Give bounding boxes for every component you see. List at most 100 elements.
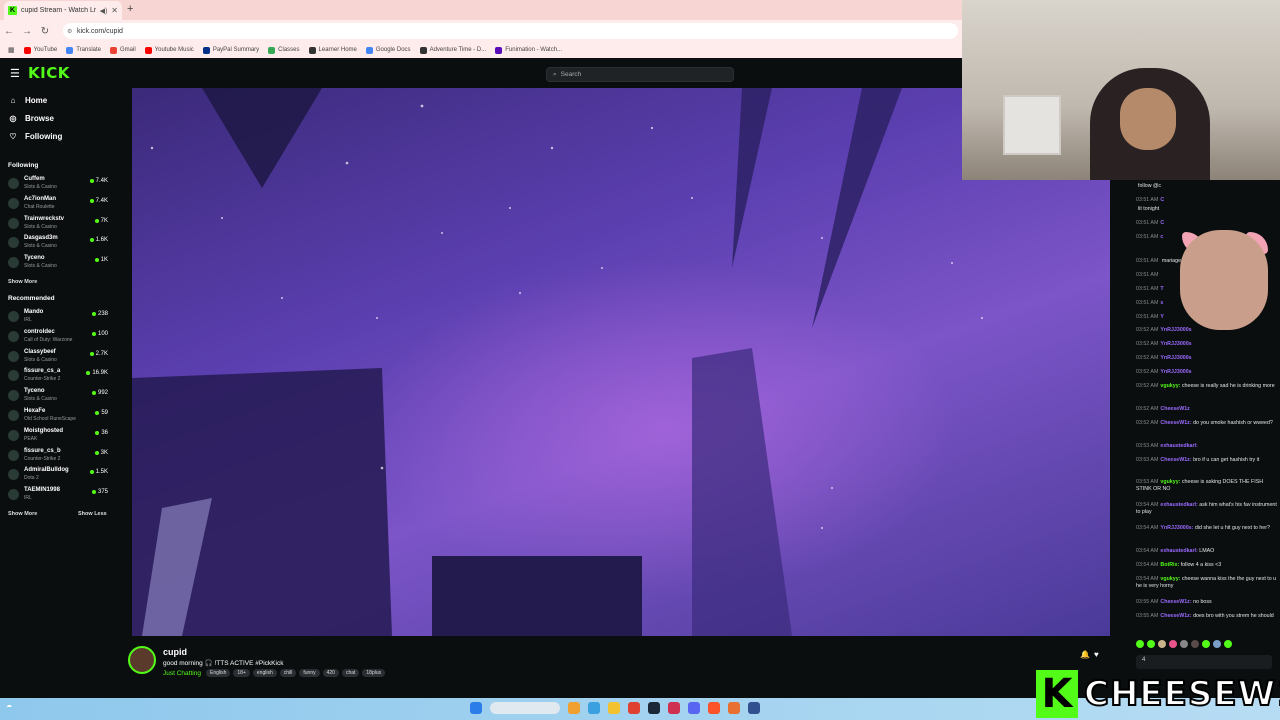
sidebar-channel[interactable]: controldec Call of Duty: Warzone 100 (8, 328, 108, 346)
bookmark-item[interactable]: YouTube (23, 46, 57, 54)
sidebar-channel[interactable]: Mando IRL 238 (8, 308, 108, 326)
kick-logo[interactable]: KICK (28, 64, 70, 82)
sidebar-channel[interactable]: TAEMIN1998 IRL 375 (8, 486, 108, 504)
taskbar-search-icon[interactable] (490, 702, 560, 714)
chat-username[interactable]: YnRJJ3000s (1160, 355, 1191, 361)
stream-tag[interactable]: funny (299, 669, 320, 677)
show-more-button[interactable]: Show More (8, 511, 37, 517)
sidebar-channel[interactable]: fissure_cs_b Counter-Strike 2 3K (8, 447, 108, 465)
chat-username[interactable]: c (1160, 234, 1163, 240)
stream-tag[interactable]: 420 (322, 669, 339, 677)
stream-tag[interactable]: 18plus (362, 669, 386, 677)
emote-icon[interactable] (1224, 640, 1232, 648)
browser-tab[interactable]: K cupid Stream - Watch Live ◀) ✕ (4, 1, 122, 20)
chat-username[interactable]: vgukyy: (1160, 479, 1180, 485)
chat-username[interactable]: exhaustedkarl: (1160, 502, 1197, 508)
stream-tag[interactable]: English (206, 669, 231, 677)
steam-icon[interactable] (648, 702, 660, 714)
emote-icon[interactable] (1202, 640, 1210, 648)
show-less-button[interactable]: Show Less (78, 511, 107, 517)
show-more-button[interactable]: Show More (8, 279, 37, 285)
chat-username[interactable]: Y (1160, 314, 1164, 320)
app-icon[interactable] (748, 702, 760, 714)
chat-username[interactable]: CheeseW1z: (1160, 599, 1191, 605)
chat-username[interactable]: BotRix: (1160, 562, 1179, 568)
sidebar-channel[interactable]: AdmiralBulldog Dota 2 1.5K (8, 466, 108, 484)
windows-start-icon[interactable] (470, 702, 482, 714)
chat-username[interactable]: YnRJJ3000s (1160, 369, 1191, 375)
forward-arrow-icon[interactable]: → (18, 26, 36, 37)
chat-username[interactable]: exhaustedkarl: (1160, 443, 1197, 449)
emote-icon[interactable] (1169, 640, 1177, 648)
chrome-icon[interactable] (628, 702, 640, 714)
stream-tag[interactable]: chill (279, 669, 297, 677)
sidebar-item-following[interactable]: ♡ Following (8, 132, 62, 141)
bookmark-item[interactable]: Adventure Time - D... (419, 46, 486, 54)
emote-icon[interactable] (1147, 640, 1155, 648)
stream-category[interactable]: Just Chatting (163, 670, 201, 677)
bookmark-item[interactable]: Youtube Music (144, 46, 194, 54)
chat-username[interactable]: C (1160, 197, 1164, 203)
bookmark-item[interactable]: Classes (268, 46, 300, 54)
chat-username[interactable]: exhaustedkarl: (1160, 548, 1197, 554)
reload-icon[interactable]: ↻ (36, 26, 54, 37)
channel-avatar[interactable] (128, 646, 156, 674)
chat-username[interactable]: CheeseW1z (1160, 406, 1189, 412)
chat-username[interactable]: vgukyy: (1160, 383, 1180, 389)
close-tab-icon[interactable]: ✕ (111, 6, 118, 15)
sidebar-channel[interactable]: Tyceno Slots & Casino 992 (8, 387, 108, 405)
chat-username[interactable]: C (1160, 220, 1164, 226)
folder-icon[interactable] (608, 702, 620, 714)
chat-username[interactable]: YnRJJ3000s (1160, 327, 1191, 333)
stream-tag[interactable]: english (252, 669, 277, 677)
menu-icon[interactable]: ☰ (10, 67, 20, 80)
emote-icon[interactable] (1136, 640, 1144, 648)
chat-username[interactable]: s (1160, 300, 1163, 306)
sidebar-channel[interactable]: Ac7ionMan Chat Roulette 7.4K (8, 195, 108, 213)
discord-icon[interactable] (688, 702, 700, 714)
channel-name[interactable]: cupid (163, 647, 187, 657)
chat-input[interactable]: 4 (1136, 655, 1272, 669)
app-icon[interactable] (728, 702, 740, 714)
edge-icon[interactable] (588, 702, 600, 714)
emote-icon[interactable] (1158, 640, 1166, 648)
weather-icon[interactable]: ☁ (6, 702, 12, 709)
sidebar-channel[interactable]: Tyceno Slots & Casino 1K (8, 254, 108, 272)
emote-icon[interactable] (1213, 640, 1221, 648)
sidebar-channel[interactable]: Moistghosted PEAK 36 (8, 427, 108, 445)
bookmark-item[interactable]: Gmail (110, 46, 136, 54)
file-explorer-icon[interactable] (568, 702, 580, 714)
sidebar-channel[interactable]: Trainwreckstv Slots & Casino 7K (8, 215, 108, 233)
chat-username[interactable]: CheeseW1z: (1160, 457, 1191, 463)
heart-icon[interactable]: ♥ (1094, 650, 1099, 659)
sidebar-channel[interactable]: Dasgasd3m Slots & Casino 1.6K (8, 234, 108, 252)
bookmark-item[interactable]: PayPal Summary (202, 46, 259, 54)
bookmark-item[interactable]: Google Docs (365, 46, 411, 54)
new-tab-button[interactable]: + (127, 3, 133, 15)
sidebar-channel[interactable]: fissure_cs_a Counter-Strike 2 16.9K (8, 367, 108, 385)
emote-icon[interactable] (1180, 640, 1188, 648)
bookmark-item[interactable]: Learner Home (308, 46, 357, 54)
chat-username[interactable]: vgukyy: (1160, 576, 1180, 582)
chat-username[interactable]: YnRJJ3000s: (1160, 525, 1193, 531)
url-input[interactable]: ⚙ kick.com/cupid (63, 23, 958, 39)
bookmark-item[interactable]: Translate (66, 46, 101, 54)
bookmark-item[interactable]: Funimation - Watch... (495, 46, 562, 54)
chat-username[interactable]: CheeseW1z: (1160, 613, 1191, 619)
sidebar-channel[interactable]: HexaFe Old School RuneScape 59 (8, 407, 108, 425)
chat-username[interactable]: T (1160, 286, 1163, 292)
sidebar-item-browse[interactable]: ◎ Browse (8, 114, 54, 123)
bell-icon[interactable]: 🔔 (1080, 650, 1090, 659)
apps-grid-icon[interactable]: ▦ (8, 46, 15, 54)
sidebar-item-home[interactable]: ⌂ Home (8, 96, 48, 105)
back-arrow-icon[interactable]: ← (0, 26, 18, 37)
brave-icon[interactable] (708, 702, 720, 714)
speaker-icon[interactable]: ◀) (100, 7, 108, 15)
sidebar-channel[interactable]: Classybeef Slots & Casino 2.7K (8, 348, 108, 366)
site-info-icon[interactable]: ⚙ (67, 28, 72, 35)
stream-tag[interactable]: chat (341, 669, 360, 677)
emote-icon[interactable] (1191, 640, 1199, 648)
app-icon[interactable] (668, 702, 680, 714)
chat-username[interactable]: CheeseW1z: (1160, 420, 1191, 426)
chat-username[interactable]: YnRJJ3000s (1160, 341, 1191, 347)
